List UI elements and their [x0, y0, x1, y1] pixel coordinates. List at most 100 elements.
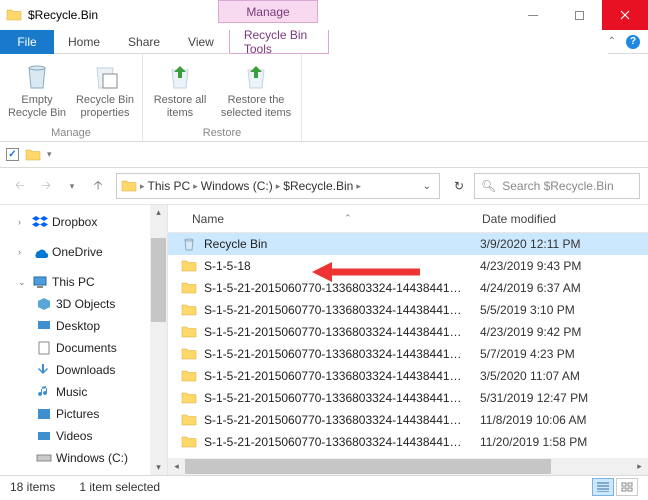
restore-selected-items-button[interactable]: Restore the selected items — [217, 58, 295, 126]
tab-file[interactable]: File — [0, 30, 54, 54]
file-row[interactable]: S-1-5-21-2015060770-1336803324-14438441…… — [168, 387, 648, 409]
breadcrumb-separator[interactable]: ▸ — [353, 181, 364, 192]
file-list[interactable]: Recycle Bin3/9/2020 12:11 PMS-1-5-184/23… — [168, 233, 648, 458]
folder-icon — [25, 147, 41, 163]
search-icon: 🔍︎ — [481, 179, 496, 193]
folder-icon — [180, 368, 198, 384]
downloads-icon — [36, 362, 52, 378]
scroll-up-icon[interactable]: ▴ — [156, 205, 161, 220]
file-name: S-1-5-21-2015060770-1336803324-14438441… — [204, 435, 480, 449]
restore-all-items-button[interactable]: Restore all items — [149, 58, 211, 126]
breadcrumb-separator[interactable]: ▸ — [273, 181, 284, 192]
this-pc-icon — [32, 274, 48, 290]
navtree-downloads[interactable]: Downloads — [6, 359, 167, 381]
file-row[interactable]: S-1-5-184/23/2019 9:43 PM — [168, 255, 648, 277]
forward-button[interactable]: 🡢 — [34, 174, 58, 198]
scrollbar-thumb[interactable] — [185, 459, 551, 474]
ribbon-group-restore-label: Restore — [149, 127, 295, 139]
column-header-date[interactable]: Date modified — [482, 212, 648, 226]
breadcrumb-this-pc[interactable]: This PC — [148, 179, 191, 193]
status-selected: 1 item selected — [79, 480, 160, 494]
file-date: 4/24/2019 6:37 AM — [480, 281, 581, 295]
file-row[interactable]: S-1-5-21-2015060770-1336803324-14438441…… — [168, 277, 648, 299]
file-name: Recycle Bin — [204, 237, 480, 251]
recycle-bin-icon — [21, 60, 53, 92]
file-date: 3/5/2020 11:07 AM — [480, 369, 580, 383]
navtree-videos[interactable]: Videos — [6, 425, 167, 447]
dropbox-icon — [32, 214, 48, 230]
horizontal-scrollbar[interactable]: ◂ ▸ — [168, 458, 648, 475]
tab-view[interactable]: View — [174, 30, 228, 54]
file-row[interactable]: S-1-5-21-2015060770-1336803324-14438441…… — [168, 321, 648, 343]
column-header-name[interactable]: Name⌃ — [192, 212, 482, 226]
scroll-right-icon[interactable]: ▸ — [631, 461, 648, 472]
file-date: 4/23/2019 9:43 PM — [480, 259, 581, 273]
contextual-tab-manage[interactable]: Manage — [218, 0, 318, 23]
file-row[interactable]: S-1-5-21-2015060770-1336803324-14438441…… — [168, 343, 648, 365]
folder-icon — [6, 7, 22, 23]
recycle-bin-properties-button[interactable]: Recycle Bin properties — [74, 58, 136, 126]
tab-home[interactable]: Home — [54, 30, 114, 54]
navigation-pane: ›Dropbox ›OneDrive ⌄This PC 3D Objects D… — [0, 205, 168, 475]
file-date: 4/23/2019 9:42 PM — [480, 325, 581, 339]
file-row[interactable]: S-1-5-21-2015060770-1336803324-14438441…… — [168, 365, 648, 387]
view-large-icons-button[interactable] — [616, 478, 638, 496]
search-input[interactable] — [502, 179, 633, 193]
collapse-ribbon-icon[interactable]: ⌃ — [608, 36, 616, 47]
navtree-pictures[interactable]: Pictures — [6, 403, 167, 425]
address-bar[interactable]: ▸ This PC ▸ Windows (C:) ▸ $Recycle.Bin … — [116, 173, 440, 199]
videos-icon — [36, 428, 52, 444]
tab-recycle-bin-tools[interactable]: Recycle Bin Tools — [229, 30, 329, 54]
address-dropdown-icon[interactable]: ⌄ — [419, 181, 435, 192]
file-name: S-1-5-21-2015060770-1336803324-14438441… — [204, 347, 480, 361]
restore-all-icon — [164, 60, 196, 92]
file-row[interactable]: S-1-5-21-2015060770-1336803324-14438441…… — [168, 431, 648, 453]
back-button[interactable]: 🡠 — [8, 174, 32, 198]
recycle-bin-icon — [180, 236, 198, 252]
file-name: S-1-5-21-2015060770-1336803324-14438441… — [204, 413, 480, 427]
file-row[interactable]: Recycle Bin3/9/2020 12:11 PM — [168, 233, 648, 255]
folder-icon — [180, 280, 198, 296]
maximize-button[interactable] — [556, 0, 602, 30]
file-row[interactable]: S-1-5-21-2015060770-1336803324-14438441…… — [168, 409, 648, 431]
empty-recycle-bin-button[interactable]: Empty Recycle Bin — [6, 58, 68, 126]
scroll-down-icon[interactable]: ▾ — [156, 460, 161, 475]
file-date: 5/5/2019 3:10 PM — [480, 303, 575, 317]
minimize-button[interactable] — [510, 0, 556, 30]
navigation-bar: 🡠 🡢 ▾ 🡡 ▸ This PC ▸ Windows (C:) ▸ $Recy… — [0, 168, 648, 204]
scroll-left-icon[interactable]: ◂ — [168, 461, 185, 472]
up-button[interactable]: 🡡 — [86, 174, 110, 198]
scrollbar-thumb[interactable] — [151, 238, 166, 322]
history-dropdown[interactable]: ▾ — [60, 174, 84, 198]
select-toggle-checkbox[interactable]: ✓ — [6, 148, 19, 161]
navtree-desktop[interactable]: Desktop — [6, 315, 167, 337]
recycle-bin-properties-icon — [89, 60, 121, 92]
breadcrumb-drive[interactable]: Windows (C:) — [201, 179, 273, 193]
file-row[interactable]: S-1-5-21-2015060770-1336803324-14438441…… — [168, 299, 648, 321]
view-details-button[interactable] — [592, 478, 614, 496]
file-name: S-1-5-21-2015060770-1336803324-14438441… — [204, 369, 480, 383]
navtree-dropbox[interactable]: ›Dropbox — [6, 211, 167, 233]
navtree-music[interactable]: Music — [6, 381, 167, 403]
close-button[interactable] — [602, 0, 648, 30]
navtree-onedrive[interactable]: ›OneDrive — [6, 241, 167, 263]
navtree-this-pc[interactable]: ⌄This PC — [6, 271, 167, 293]
breadcrumb-separator[interactable]: ▸ — [137, 181, 148, 192]
refresh-button[interactable]: ↻ — [446, 173, 472, 199]
breadcrumb-separator[interactable]: ▸ — [190, 181, 201, 192]
qat-overflow-icon[interactable]: ▾ — [47, 149, 52, 160]
restore-selected-icon — [240, 60, 272, 92]
breadcrumb-folder[interactable]: $Recycle.Bin — [283, 179, 353, 193]
navpane-scrollbar[interactable]: ▴ ▾ — [150, 205, 167, 475]
folder-icon — [180, 434, 198, 450]
pictures-icon — [36, 406, 52, 422]
help-icon[interactable]: ? — [626, 35, 640, 49]
tab-share[interactable]: Share — [114, 30, 174, 54]
documents-icon — [36, 340, 52, 356]
search-box[interactable]: 🔍︎ — [474, 173, 640, 199]
navtree-windows-c[interactable]: Windows (C:) — [6, 447, 167, 469]
status-item-count: 18 items — [10, 480, 55, 494]
folder-icon — [180, 412, 198, 428]
navtree-documents[interactable]: Documents — [6, 337, 167, 359]
navtree-3d-objects[interactable]: 3D Objects — [6, 293, 167, 315]
